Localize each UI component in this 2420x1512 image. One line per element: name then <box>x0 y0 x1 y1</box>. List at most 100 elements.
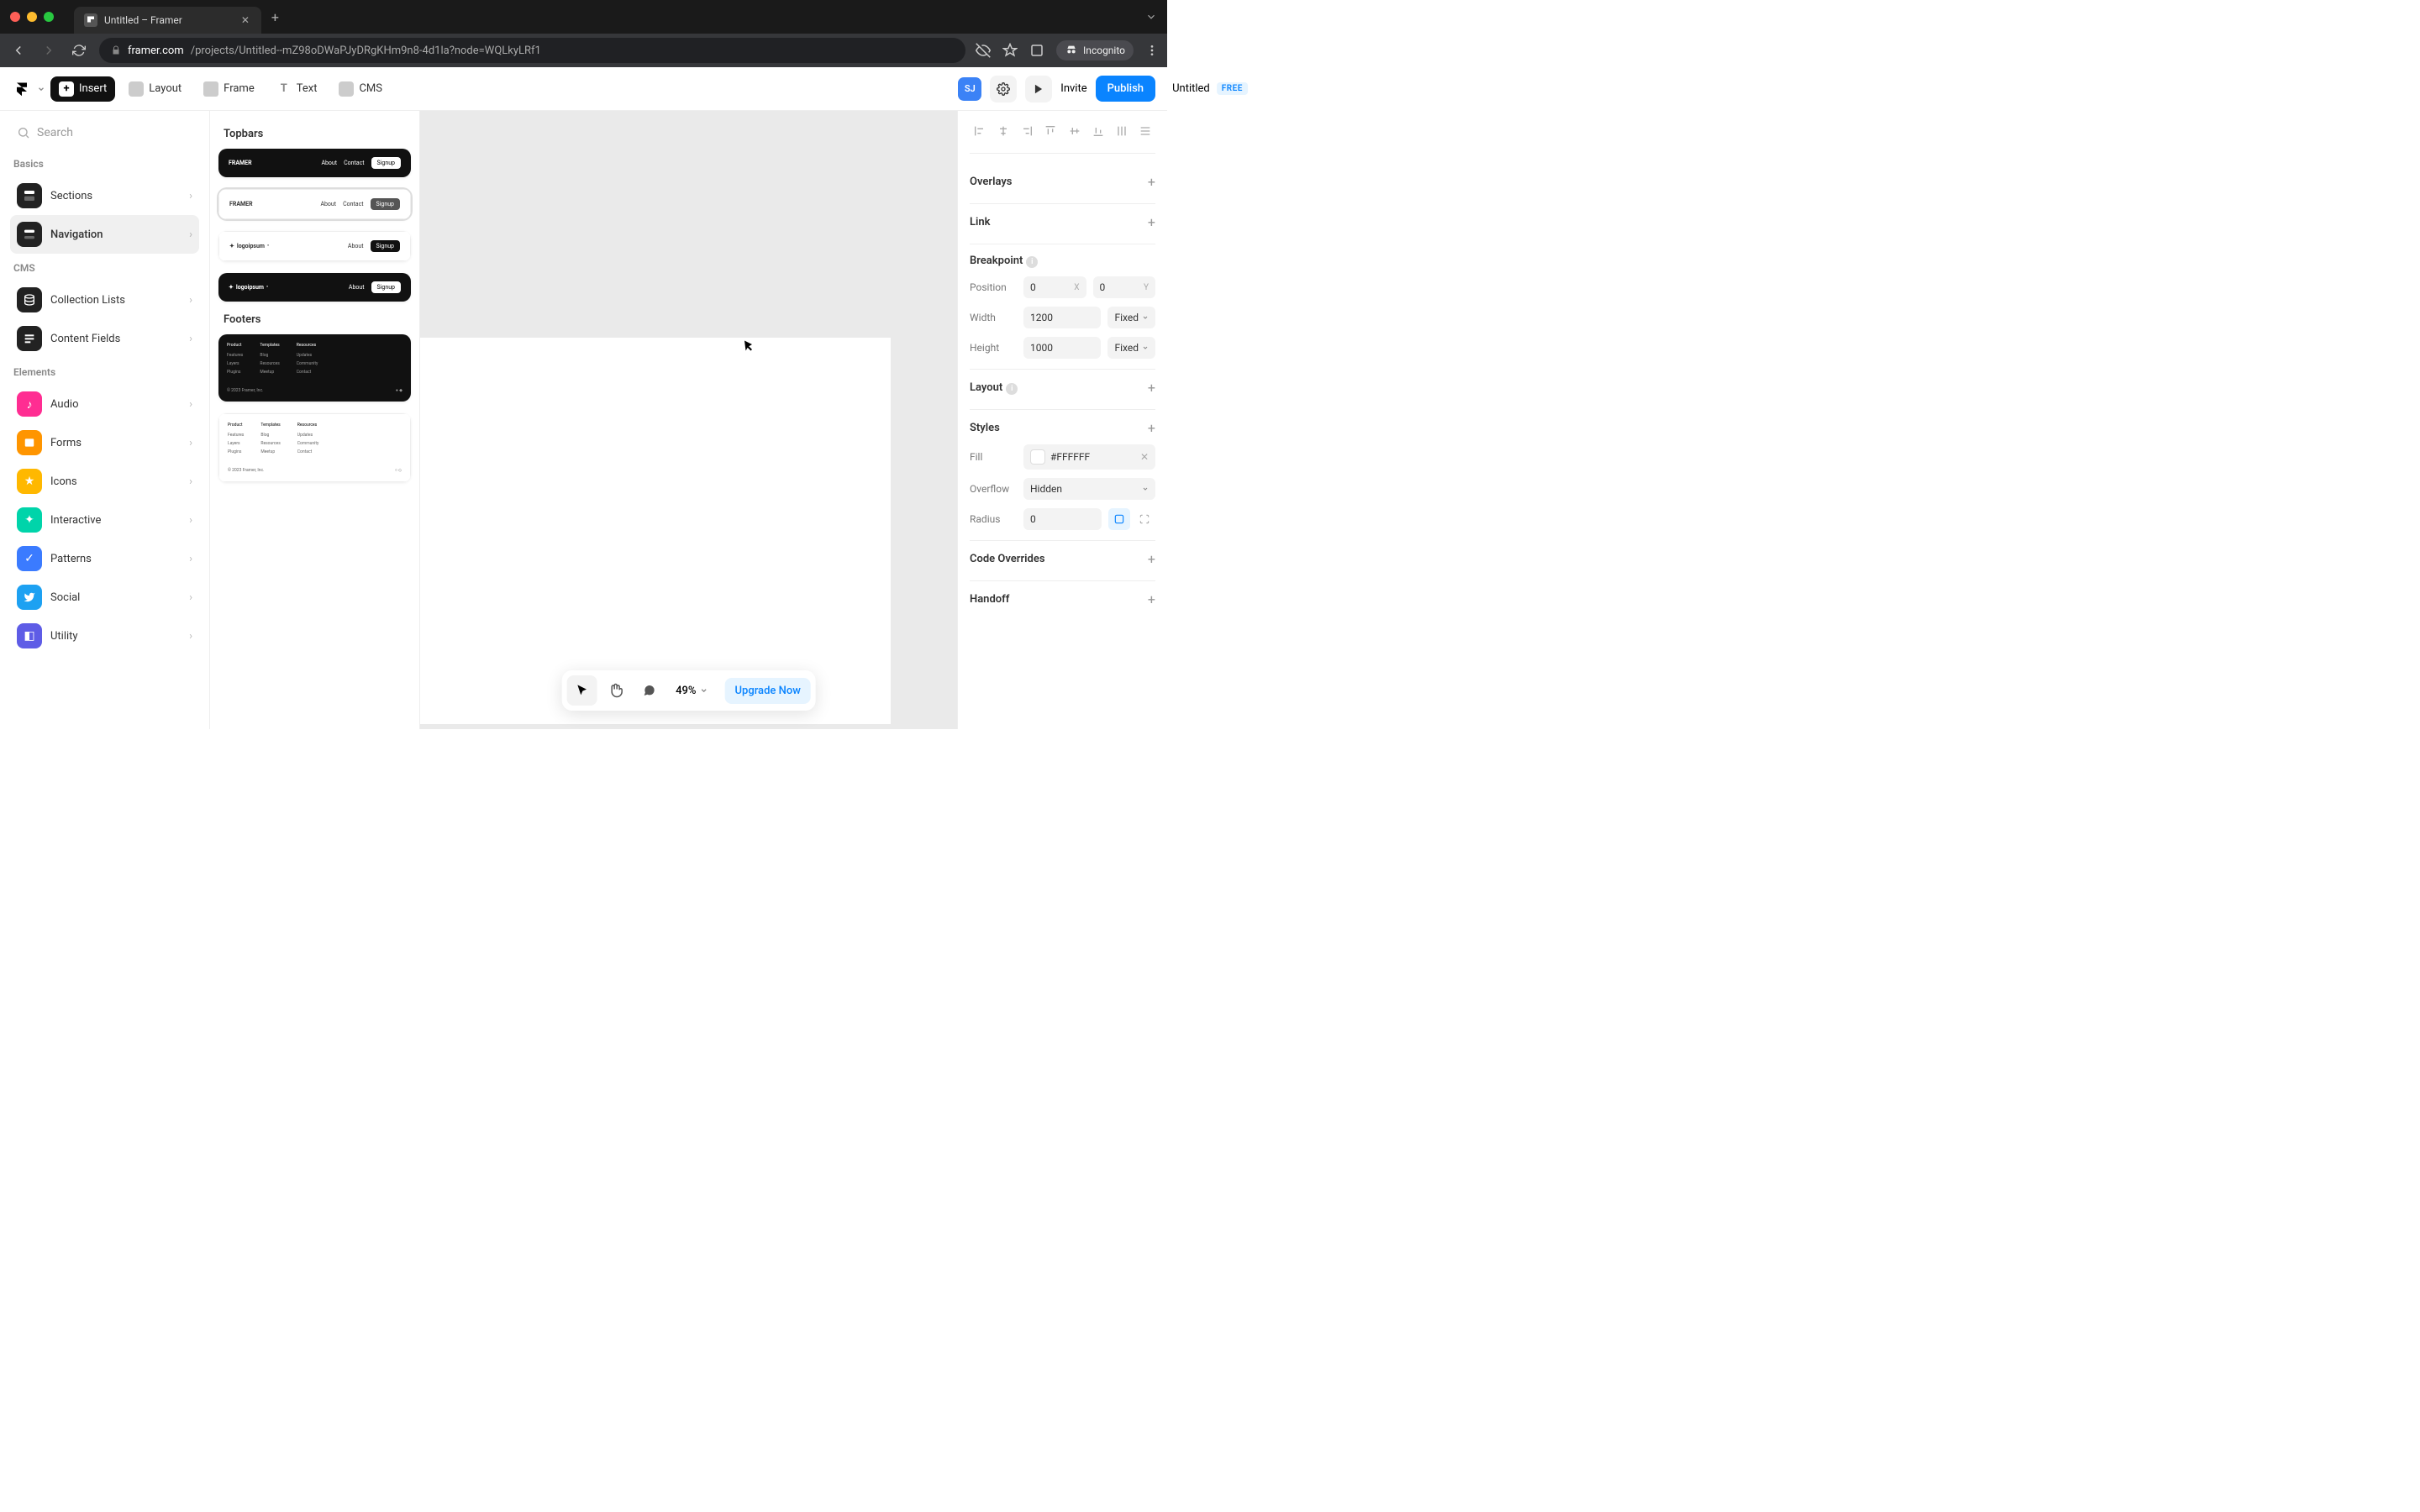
publish-button[interactable]: Publish <box>1096 76 1155 102</box>
footer-template-1[interactable]: ProductFeaturesLayersPlugins TemplatesBl… <box>218 334 411 402</box>
topbar-template-3[interactable]: ✦logoipsum• About Signup <box>218 231 411 261</box>
layout-button[interactable]: Layout <box>120 76 190 102</box>
tab-close-icon[interactable]: ✕ <box>239 14 251 26</box>
url-input[interactable]: framer.com/projects/Untitled--mZ98oDWaPJ… <box>99 38 965 63</box>
social-icon <box>17 585 42 610</box>
cms-icon <box>339 81 354 97</box>
add-layout[interactable]: + <box>1148 380 1155 396</box>
menu-icon[interactable] <box>1145 44 1159 57</box>
info-icon[interactable]: i <box>1006 383 1018 395</box>
overflow-dropdown[interactable]: Hidden <box>1023 478 1155 500</box>
search-input[interactable]: Search <box>10 121 199 144</box>
align-left[interactable] <box>970 119 990 143</box>
add-override[interactable]: + <box>1148 551 1155 567</box>
cms-label: CMS <box>359 82 382 95</box>
add-handoff[interactable]: + <box>1148 591 1155 607</box>
clear-fill[interactable]: ✕ <box>1140 451 1149 463</box>
sidebar-item-label: Sections <box>50 190 92 202</box>
topbar-template-2[interactable]: FRAMER About Contact Signup <box>218 189 411 219</box>
add-overlay[interactable]: + <box>1148 174 1155 190</box>
chevron-down-icon[interactable] <box>1145 11 1157 23</box>
canvas[interactable]: 49% Upgrade Now <box>420 111 957 729</box>
topbar-template-4[interactable]: ✦logoipsum• About Signup <box>218 273 411 302</box>
minimize-window[interactable] <box>27 12 37 22</box>
text-icon: T <box>276 81 292 97</box>
height-input[interactable]: 1000 <box>1023 337 1101 359</box>
browser-tab[interactable]: Untitled – Framer ✕ <box>74 7 261 34</box>
forward-button[interactable] <box>39 40 59 60</box>
settings-button[interactable] <box>990 76 1017 102</box>
add-link[interactable]: + <box>1148 214 1155 230</box>
sidebar-item-sections[interactable]: Sections › <box>10 176 199 215</box>
comment-tool[interactable] <box>634 675 664 706</box>
text-button[interactable]: T Text <box>268 76 326 102</box>
align-vcenter[interactable] <box>1065 119 1085 143</box>
eye-off-icon[interactable] <box>976 43 991 58</box>
pointer-icon <box>575 684 588 697</box>
maximize-window[interactable] <box>44 12 54 22</box>
back-button[interactable] <box>8 40 29 60</box>
position-y-input[interactable]: 0Y <box>1093 276 1156 298</box>
incognito-icon <box>1065 44 1078 57</box>
document-title[interactable]: Untitled FREE <box>1172 82 1248 95</box>
search-placeholder: Search <box>37 126 73 139</box>
sidebar-item-audio[interactable]: ♪ Audio › <box>10 385 199 423</box>
sidebar-item-patterns[interactable]: ✓ Patterns › <box>10 539 199 578</box>
width-mode-dropdown[interactable]: Fixed <box>1107 307 1155 328</box>
position-x-input[interactable]: 0X <box>1023 276 1086 298</box>
align-top[interactable] <box>1040 119 1060 143</box>
insert-button[interactable]: + Insert <box>50 76 115 102</box>
info-icon[interactable]: i <box>1026 256 1038 268</box>
zoom-dropdown[interactable]: 49% <box>667 685 716 697</box>
sidebar-item-collection-lists[interactable]: Collection Lists › <box>10 281 199 319</box>
handoff-label: Handoff <box>970 593 1009 606</box>
add-style[interactable]: + <box>1148 420 1155 436</box>
chevron-down-icon <box>700 686 708 695</box>
fill-swatch[interactable] <box>1030 449 1045 465</box>
sidebar-item-label: Social <box>50 591 80 604</box>
align-right[interactable] <box>1017 119 1037 143</box>
chevron-down-icon[interactable] <box>37 85 45 93</box>
topbar-template-1[interactable]: FRAMER About Contact Signup <box>218 149 411 177</box>
sidebar-item-utility[interactable]: ◧ Utility › <box>10 617 199 655</box>
star-icon[interactable] <box>1002 43 1018 58</box>
incognito-badge[interactable]: Incognito <box>1056 40 1134 60</box>
extension-icon[interactable] <box>1029 43 1044 58</box>
select-tool[interactable] <box>566 675 597 706</box>
artboard[interactable] <box>420 338 891 724</box>
sidebar-item-interactive[interactable]: ✦ Interactive › <box>10 501 199 539</box>
radius-all[interactable] <box>1108 508 1130 530</box>
reload-button[interactable] <box>69 40 89 60</box>
about-link: About <box>349 284 365 291</box>
distribute-h[interactable] <box>1112 119 1132 143</box>
frame-icon <box>203 81 218 97</box>
align-bottom[interactable] <box>1088 119 1108 143</box>
invite-button[interactable]: Invite <box>1060 82 1086 95</box>
sidebar-item-social[interactable]: Social › <box>10 578 199 617</box>
close-window[interactable] <box>10 12 20 22</box>
align-hcenter[interactable] <box>993 119 1013 143</box>
fill-input[interactable]: #FFFFFF ✕ <box>1023 444 1155 470</box>
sidebar-item-navigation[interactable]: Navigation › <box>10 215 199 254</box>
sidebar-item-icons[interactable]: ★ Icons › <box>10 462 199 501</box>
radius-input[interactable]: 0 <box>1023 508 1102 530</box>
play-button[interactable] <box>1025 76 1052 102</box>
hand-tool[interactable] <box>600 675 630 706</box>
width-input[interactable]: 1200 <box>1023 307 1101 328</box>
sidebar-item-content-fields[interactable]: Content Fields › <box>10 319 199 358</box>
distribute-v[interactable] <box>1135 119 1155 143</box>
radius-individual[interactable] <box>1134 508 1155 530</box>
height-mode-dropdown[interactable]: Fixed <box>1107 337 1155 359</box>
user-avatar[interactable]: SJ <box>958 77 981 101</box>
forms-icon <box>17 430 42 455</box>
framer-logo[interactable] <box>12 79 32 99</box>
new-tab-button[interactable]: + <box>271 9 279 25</box>
sidebar-item-forms[interactable]: Forms › <box>10 423 199 462</box>
frame-label: Frame <box>224 82 255 95</box>
about-link: About <box>321 160 337 166</box>
brand: FRAMER <box>229 160 252 166</box>
cms-button[interactable]: CMS <box>330 76 391 102</box>
footer-template-2[interactable]: ProductFeaturesLayersPlugins TemplatesBl… <box>218 413 411 482</box>
frame-button[interactable]: Frame <box>195 76 263 102</box>
upgrade-button[interactable]: Upgrade Now <box>725 678 811 704</box>
